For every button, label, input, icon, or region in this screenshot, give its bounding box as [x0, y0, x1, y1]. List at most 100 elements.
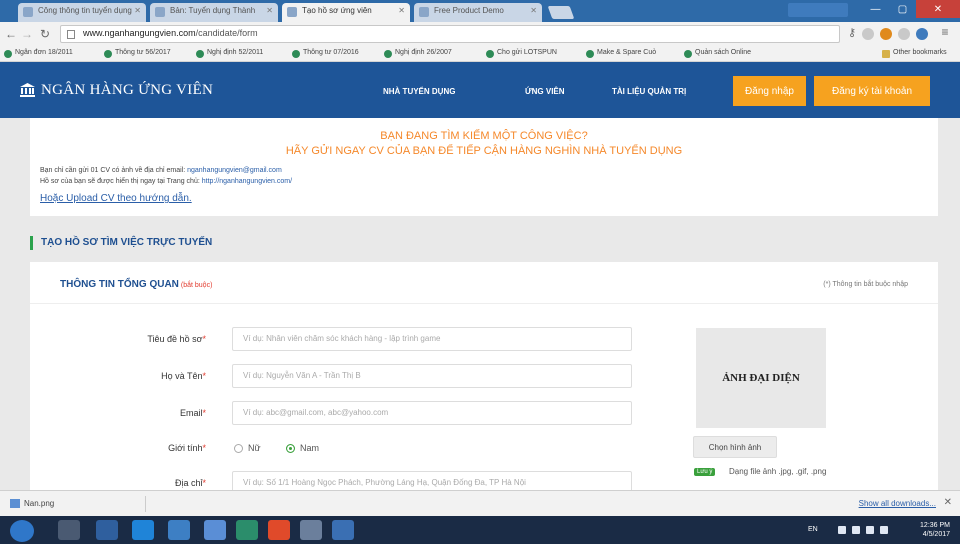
gender-male-radio[interactable]: Nam — [286, 443, 319, 453]
bookmark-icon — [384, 50, 392, 58]
email-label: Email* — [179, 408, 206, 418]
ie-icon[interactable] — [132, 520, 154, 540]
name-label: Họ và Tên* — [161, 371, 206, 381]
tab-close-icon[interactable]: ✕ — [530, 6, 537, 15]
close-window-icon[interactable]: ✕ — [916, 0, 960, 18]
tab-close-icon[interactable]: ✕ — [398, 6, 405, 15]
format-hint: Dạng file ảnh .jpg, .gif, .png — [729, 467, 827, 476]
nav-docs[interactable]: TÀI LIỆU QUẢN TRỊ — [612, 87, 686, 96]
show-all-downloads-link[interactable]: Show all downloads... — [859, 499, 936, 508]
card-header: THÔNG TIN TỔNG QUAN (bắt buộc) (*) Thông … — [30, 262, 938, 304]
homepage-link[interactable]: http://nganhangungvien.com/ — [202, 178, 292, 185]
site-logo[interactable]: NGÂN HÀNG ỨNG VIÊN — [20, 82, 213, 99]
desktop-icon[interactable] — [58, 520, 80, 540]
favicon-icon — [287, 7, 297, 17]
bookmark-item[interactable]: Thông tư 56/2017 — [104, 49, 171, 58]
extension-icon[interactable] — [880, 28, 892, 40]
favicon-icon — [23, 7, 33, 17]
language-indicator[interactable]: EN — [808, 526, 818, 534]
folder-icon[interactable] — [204, 520, 226, 540]
bookmark-item[interactable]: Ngân đơn 18/2011 — [4, 49, 73, 58]
title-input[interactable]: Ví dụ: Nhân viên chăm sóc khách hàng - l… — [232, 327, 632, 351]
tray-icon[interactable] — [838, 526, 846, 534]
skype-icon[interactable] — [236, 520, 258, 540]
windows-taskbar: EN 12:36 PM 4/5/2017 — [0, 516, 960, 544]
volume-icon[interactable] — [866, 526, 874, 534]
minimize-icon[interactable]: — — [862, 0, 889, 18]
new-tab-button[interactable] — [547, 6, 575, 19]
radio-dot — [286, 444, 295, 453]
window-controls: — ▢ ✕ — [862, 0, 960, 18]
close-icon[interactable]: ✕ — [944, 497, 952, 508]
menu-icon[interactable]: ≡ — [938, 25, 952, 39]
notice-headline: BẠN ĐANG TÌM KIẾM MỘT CÔNG VIỆC? — [380, 130, 588, 142]
address-label: Địa chỉ* — [174, 478, 206, 488]
bank-icon — [20, 83, 35, 97]
bookmark-item[interactable]: Nghị định 26/2007 — [384, 49, 452, 58]
browser-tab-strip: Công thông tin tuyển dụng ✕ Bản: Tuyển dụ… — [0, 0, 960, 22]
download-item[interactable]: Nan.png — [6, 496, 146, 512]
bookmarks-bar: Ngân đơn 18/2011 Thông tư 56/2017 Nghị đ… — [0, 46, 960, 62]
chrome-icon[interactable] — [268, 520, 290, 540]
network-icon[interactable] — [852, 526, 860, 534]
app-icon[interactable] — [300, 520, 322, 540]
register-button[interactable]: Đăng ký tài khoản — [814, 76, 930, 106]
nav-candidate[interactable]: ỨNG VIÊN — [525, 87, 565, 96]
notice-box: BẠN ĐANG TÌM KIẾM MỘT CÔNG VIỆC? HÃY GỬI… — [30, 118, 938, 216]
site-header: NGÂN HÀNG ỨNG VIÊN NHÀ TUYỂN DỤNG ỨNG VI… — [0, 62, 960, 118]
gender-female-radio[interactable]: Nữ — [234, 443, 261, 453]
name-input[interactable]: Ví dụ: Nguyễn Văn A - Trần Thị B — [232, 364, 632, 388]
bookmark-icon — [684, 50, 692, 58]
other-bookmarks[interactable]: Other bookmarks — [882, 49, 947, 58]
folder-icon — [882, 50, 890, 58]
nav-employer[interactable]: NHÀ TUYỂN DỤNG — [383, 87, 455, 96]
browser-profile-button[interactable] — [788, 3, 848, 17]
tab-close-icon[interactable]: ✕ — [266, 6, 273, 15]
required-note: (*) Thông tin bắt buộc nhập — [823, 281, 908, 288]
app-icon[interactable] — [168, 520, 190, 540]
app-icon[interactable] — [96, 520, 118, 540]
profile-form-card: THÔNG TIN TỔNG QUAN (bắt buộc) (*) Thông … — [30, 262, 938, 490]
key-icon[interactable]: ⚷ — [845, 26, 859, 39]
bookmark-item[interactable]: Quản sách Online — [684, 49, 751, 58]
bookmark-item[interactable]: Cho gửi LOTSPUN — [486, 49, 557, 58]
browser-tab[interactable]: Công thông tin tuyển dụng ✕ — [18, 3, 146, 22]
gender-label: Giới tính* — [168, 443, 206, 453]
system-clock[interactable]: 12:36 PM 4/5/2017 — [920, 521, 950, 539]
favicon-icon — [155, 7, 165, 17]
bookmark-icon — [486, 50, 494, 58]
notice-homepage-line: Hồ sơ của bạn sẽ được hiển thị ngay tại … — [40, 178, 293, 185]
choose-photo-button[interactable]: Chọn hình ảnh — [693, 436, 777, 458]
bookmark-icon — [4, 50, 12, 58]
back-arrow-icon[interactable]: ← — [4, 27, 18, 41]
reload-icon[interactable]: ↻ — [38, 27, 52, 41]
section-title: TẠO HỒ SƠ TÌM VIỆC TRỰC TUYẾN — [30, 236, 212, 250]
upload-cv-link[interactable]: Hoặc Upload CV theo hướng dẫn. — [40, 193, 192, 204]
login-button[interactable]: Đăng nhập — [733, 76, 806, 106]
email-input[interactable]: Ví dụ: abc@gmail.com, abc@yahoo.com — [232, 401, 632, 425]
tab-close-icon[interactable]: ✕ — [134, 6, 141, 15]
bookmark-icon — [292, 50, 300, 58]
bookmark-item[interactable]: Make & Spare Cuỏ — [586, 49, 656, 58]
browser-tab-active[interactable]: Tạo hồ sơ ứng viên ✕ — [282, 3, 410, 22]
extension-icon[interactable] — [898, 28, 910, 40]
maximize-icon[interactable]: ▢ — [889, 0, 916, 18]
bookmark-icon — [586, 50, 594, 58]
flag-icon[interactable] — [880, 526, 888, 534]
page-content: BẠN ĐANG TÌM KIẾM MỘT CÔNG VIỆC? HÃY GỬI… — [0, 118, 960, 490]
extension-icon[interactable] — [916, 28, 928, 40]
browser-tab[interactable]: Free Product Demo ✕ — [414, 3, 542, 22]
email-link[interactable]: nganhangungvien@gmail.com — [187, 167, 282, 174]
bookmark-item[interactable]: Nghị định 52/2011 — [196, 49, 263, 58]
word-icon[interactable] — [332, 520, 354, 540]
browser-tab[interactable]: Bản: Tuyển dụng Thành ✕ — [150, 3, 278, 22]
start-icon[interactable] — [10, 520, 34, 542]
favicon-icon — [419, 7, 429, 17]
forward-arrow-icon[interactable]: → — [20, 27, 34, 41]
downloads-bar: Nan.png Show all downloads... ✕ — [0, 490, 960, 516]
address-input[interactable]: Ví dụ: Số 1/1 Hoàng Ngọc Phách, Phường L… — [232, 471, 632, 490]
extension-icon[interactable] — [862, 28, 874, 40]
address-bar[interactable]: www.nganhangungvien.com/candidate/form — [60, 25, 840, 43]
bookmark-item[interactable]: Thông tư 07/2016 — [292, 49, 359, 58]
image-file-icon — [10, 499, 20, 508]
